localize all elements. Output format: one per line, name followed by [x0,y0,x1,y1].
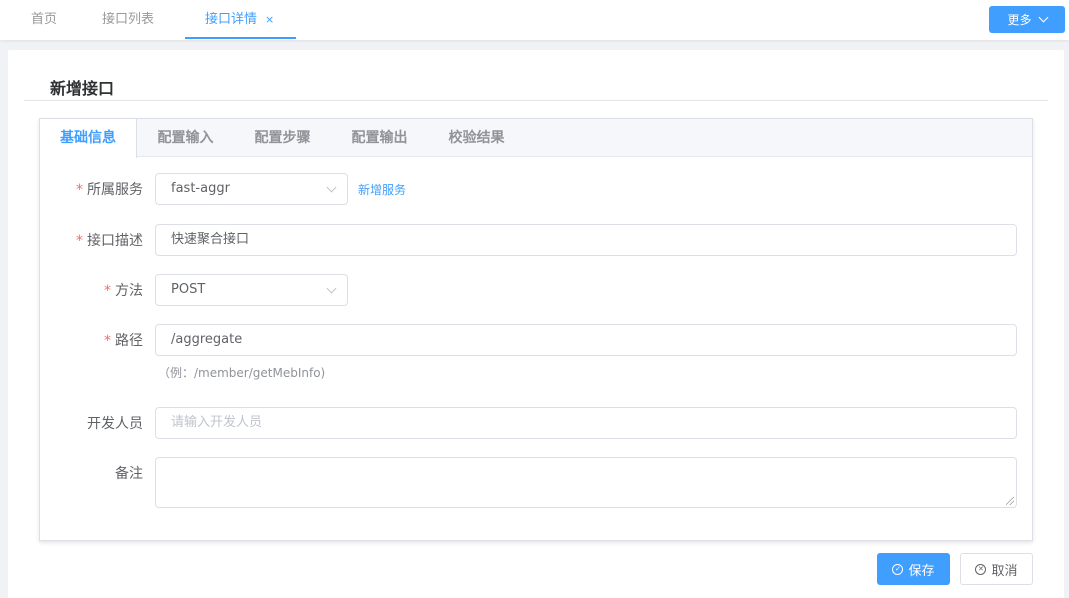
description-label-text: 接口描述 [87,233,143,249]
tab-config-output[interactable]: 配置输出 [331,119,428,157]
add-service-link[interactable]: 新增服务 [358,181,406,198]
resize-handle-icon[interactable] [1006,497,1014,505]
check-circle-icon: ✓ [892,563,904,575]
tab-validation-result[interactable]: 校验结果 [428,119,525,157]
tab-interface-list[interactable]: 接口列表 [102,0,154,40]
page-title: 新增接口 [50,79,115,98]
path-label-text: 路径 [115,333,143,349]
service-label-text: 所属服务 [87,182,143,198]
tab-interface-detail-label: 接口详情 [205,12,258,27]
tab-home[interactable]: 首页 [31,0,57,40]
tab-config-input[interactable]: 配置输入 [137,119,234,157]
save-button-label: 保存 [908,563,935,579]
chevron-down-icon [326,283,337,294]
more-button-label: 更多 [1007,13,1032,27]
cancel-button-label: 取消 [991,563,1018,579]
form-tabs-panel: 基础信息 配置输入 配置步骤 配置输出 校验结果 * 所属服务 fast-aggr… [39,118,1033,541]
active-tab-indicator [185,37,296,39]
path-input[interactable]: /aggregate [155,324,1017,356]
service-select-value: fast-aggr [171,181,230,196]
close-icon[interactable]: × [265,13,274,26]
service-label: * 所属服务 [43,179,143,199]
close-circle-icon: ✕ [975,563,987,575]
tab-config-steps[interactable]: 配置步骤 [234,119,331,157]
form-tabs-header: 基础信息 配置输入 配置步骤 配置输出 校验结果 [40,119,1032,158]
chevron-down-icon [1038,12,1048,23]
remark-textarea[interactable] [155,457,1017,508]
description-label: * 接口描述 [43,230,143,250]
more-button[interactable]: 更多 [989,6,1065,33]
cancel-button[interactable]: ✕ 取消 [960,553,1033,585]
method-select-value: POST [171,282,206,297]
required-mark: * [104,283,111,299]
save-button[interactable]: ✓ 保存 [877,553,950,585]
tab-interface-detail[interactable]: 接口详情 × [205,0,274,40]
developer-label: 开发人员 [87,416,143,432]
method-select[interactable]: POST [155,274,348,306]
path-hint: （例：/member/getMebInfo) [158,366,326,380]
required-mark: * [76,182,83,198]
title-divider [24,100,1048,101]
required-mark: * [76,233,83,249]
chevron-down-icon [326,182,337,193]
required-mark: * [104,333,111,349]
method-label: * 方法 [43,280,143,300]
tab-basic-info[interactable]: 基础信息 [40,119,137,158]
developer-input[interactable]: 请输入开发人员 [155,407,1017,439]
main-card: 新增接口 基础信息 配置输入 配置步骤 配置输出 校验结果 * 所属服务 fast… [8,50,1064,598]
remark-label: 备注 [115,466,143,482]
path-label: * 路径 [43,330,143,350]
method-label-text: 方法 [115,283,143,299]
top-tab-bar: 首页 接口列表 接口详情 × 更多 [0,0,1069,40]
description-input[interactable]: 快速聚合接口 [155,224,1017,256]
service-select[interactable]: fast-aggr [155,173,348,205]
